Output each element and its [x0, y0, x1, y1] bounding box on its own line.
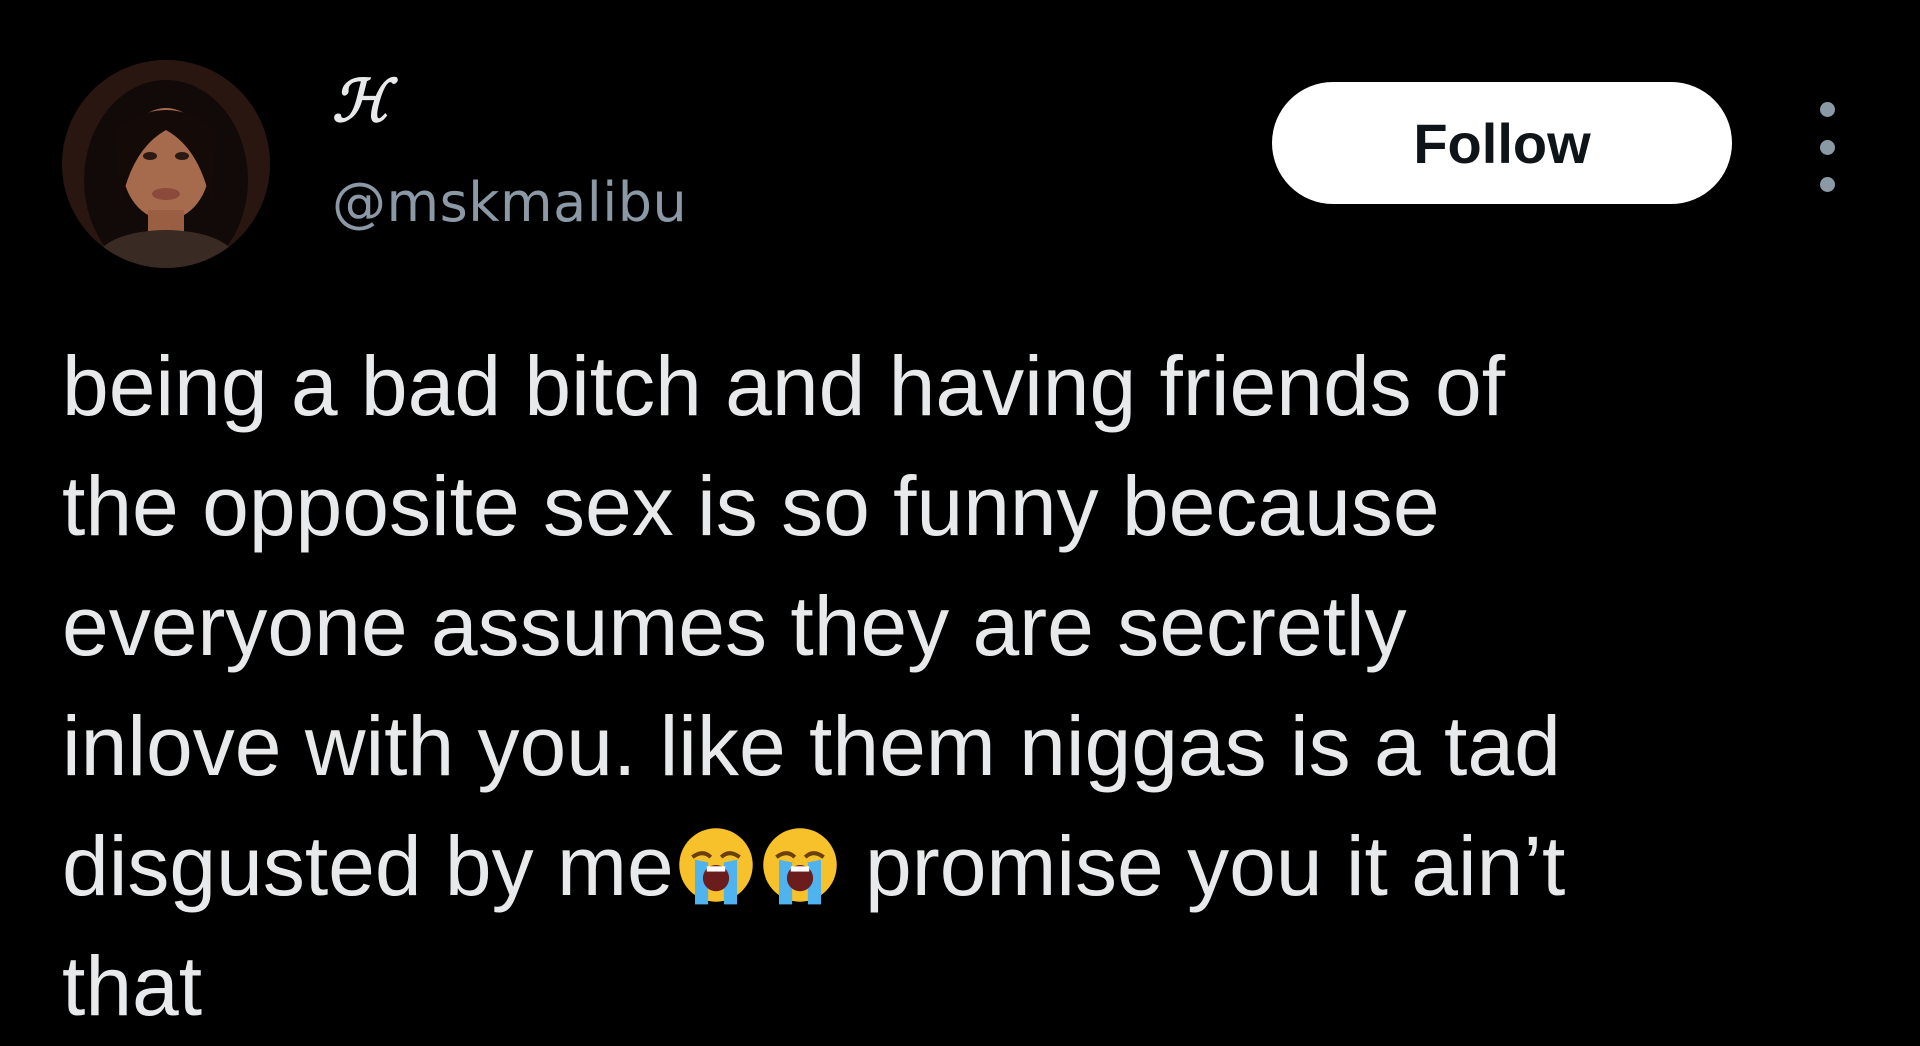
tweet-text-segment: promise you it ain’t — [865, 819, 1566, 913]
tweet-text-line: everyone assumes they are secretly — [62, 579, 1407, 673]
more-vertical-icon — [1819, 139, 1835, 155]
tweet-header: ℋ @mskmalibu Follow — [62, 60, 1852, 270]
tweet-card: ℋ @mskmalibu Follow being a bad bitch an… — [0, 0, 1920, 1033]
tweet-text-line: being a bad bitch and having friends of — [62, 339, 1506, 433]
avatar[interactable] — [62, 60, 270, 268]
author-info: ℋ @mskmalibu — [332, 60, 687, 238]
more-vertical-icon — [1819, 102, 1835, 117]
tweet-text: being a bad bitch and having friends of … — [62, 326, 1872, 1046]
profile-photo — [62, 60, 270, 268]
loudly-crying-face-icon — [758, 823, 842, 907]
tweet-text-line: the opposite sex is so funny because — [62, 459, 1440, 553]
username-handle[interactable]: @mskmalibu — [332, 168, 687, 238]
follow-button[interactable]: Follow — [1272, 82, 1732, 204]
tweet-text-line: inlove with you. like them niggas is a t… — [62, 699, 1561, 793]
tweet-text-line: that — [62, 939, 203, 1033]
more-vertical-icon — [1819, 177, 1835, 192]
display-name[interactable]: ℋ — [332, 66, 687, 136]
more-options-button[interactable] — [1802, 102, 1852, 192]
loudly-crying-face-icon — [674, 823, 758, 907]
tweet-text-line: disgusted by me promise you it ain’t — [62, 806, 1872, 926]
tweet-text-segment: disgusted by me — [62, 819, 674, 913]
